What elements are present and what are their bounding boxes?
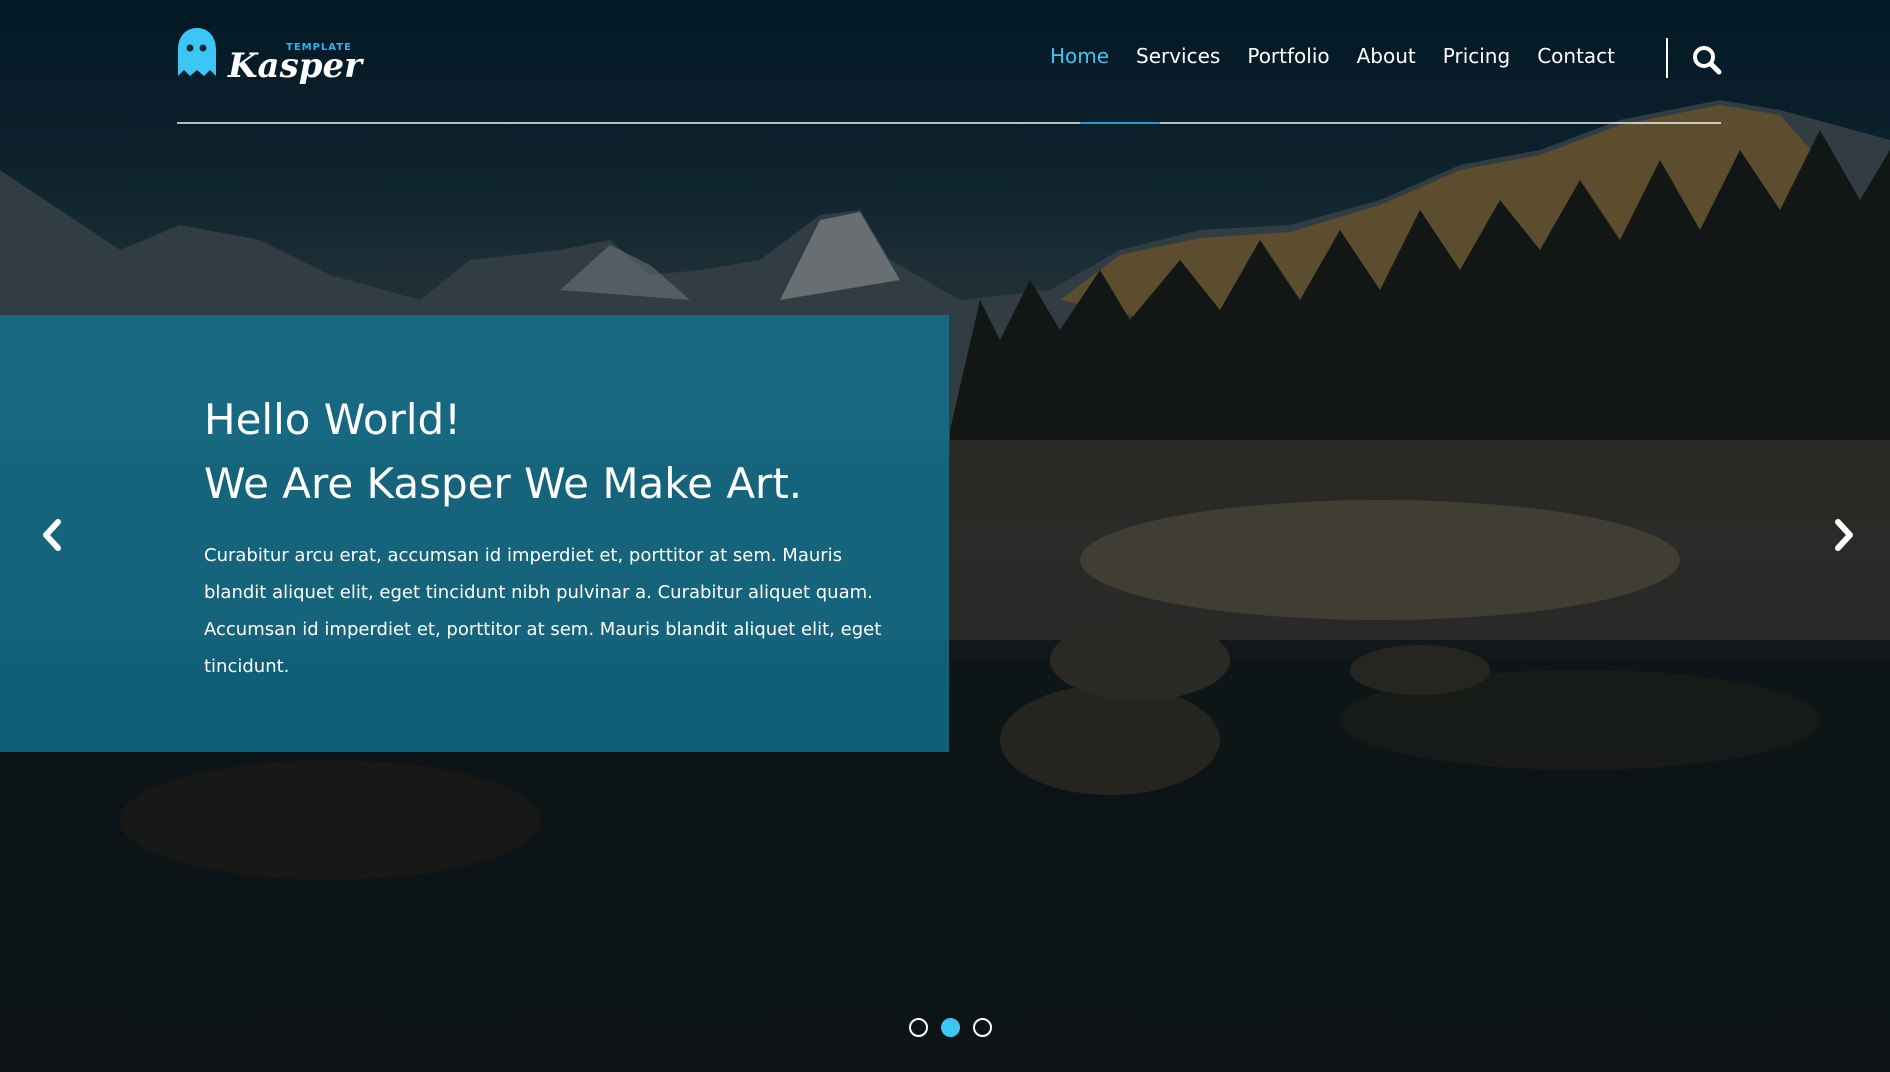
nav-contact[interactable]: Contact: [1537, 44, 1615, 68]
nav-divider: [1666, 38, 1668, 78]
nav-home[interactable]: Home: [1050, 44, 1109, 68]
main-nav: Home Services Portfolio About Pricing Co…: [1050, 44, 1615, 68]
hero-title-line-1: Hello World!: [204, 395, 462, 444]
hero-title: Hello World! We Are Kasper We Make Art.: [204, 388, 802, 516]
search-icon[interactable]: [1692, 45, 1722, 75]
nav-services[interactable]: Services: [1136, 44, 1220, 68]
ghost-icon: [178, 28, 216, 76]
slider-dots: [909, 1018, 992, 1037]
nav-portfolio[interactable]: Portfolio: [1247, 44, 1329, 68]
slider-dot-2[interactable]: [941, 1018, 960, 1037]
chevron-left-icon[interactable]: [40, 518, 64, 552]
logo-wordmark: Kasper: [228, 46, 363, 86]
logo[interactable]: TEMPLATE Kasper: [176, 28, 362, 88]
hero-text-panel: [0, 315, 949, 752]
nav-pricing[interactable]: Pricing: [1443, 44, 1510, 68]
slider-dot-1[interactable]: [909, 1018, 928, 1037]
active-nav-indicator: [1080, 122, 1160, 124]
hero-section: TEMPLATE Kasper Home Services Portfolio …: [0, 0, 1890, 1072]
hero-title-line-2: We Are Kasper We Make Art.: [204, 459, 803, 508]
slider-dot-3[interactable]: [973, 1018, 992, 1037]
chevron-right-icon[interactable]: [1832, 518, 1856, 552]
hero-description: Curabitur arcu erat, accumsan id imperdi…: [204, 545, 882, 677]
header-divider: [177, 122, 1721, 124]
nav-about[interactable]: About: [1357, 44, 1416, 68]
